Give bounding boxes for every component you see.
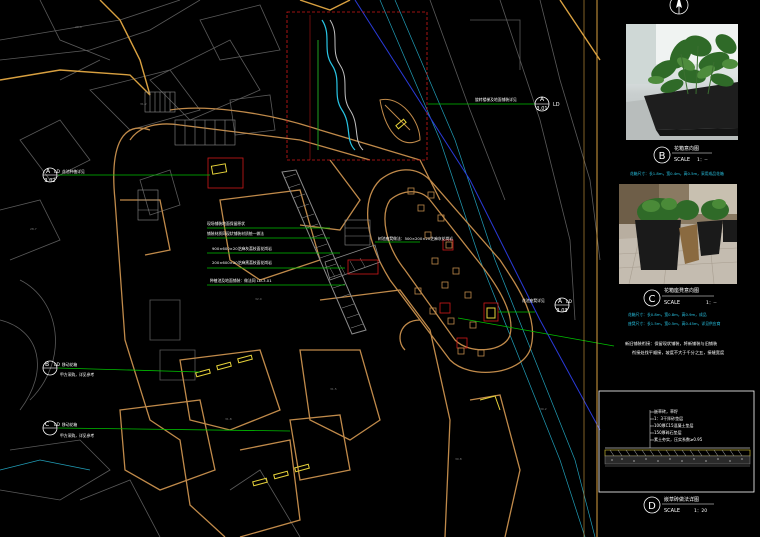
svg-text:28.7: 28.7 (30, 227, 37, 231)
panel-d-layer-3: 100厚C15混凝土垫层 (654, 422, 694, 428)
callout-a-top-code: LD (553, 102, 560, 108)
callout-c-left: C LD 移动花箱 甲方采购，详见参考 (42, 420, 94, 438)
paving-note-3: 900×600×20芝麻灰荔枝面花岗岩 (212, 246, 272, 251)
panel-d-layer-5: 素土夯实，压实系数≥0.95 (654, 436, 703, 442)
paving-note-2: 铺装材质同现状铺装材质统一做法 (207, 231, 264, 236)
callout-c-left-note2: 甲方采购，详见参考 (60, 433, 94, 438)
callout-c-left-code: LD (54, 422, 61, 428)
svg-text:32.0: 32.0 (255, 297, 262, 301)
callout-a-right-note: 花池座凳详见 (522, 298, 545, 303)
tree-pits (407, 187, 485, 357)
svg-text:30.2: 30.2 (540, 407, 547, 411)
panel-d-title: 嵌草砖做法详图 (664, 496, 699, 503)
panel-b-note: 花箱尺寸：长1.8m，宽0.4m，高0.5m，采用成品花箱 (630, 171, 724, 176)
callout-b-left-note1: 移动花箱 (62, 362, 77, 367)
callout-a-top-sheet: 3.01 (536, 106, 547, 112)
detail-boundaries (207, 11, 499, 349)
callout-a-left-note: 花池种植详见 (62, 169, 85, 174)
panel-d-scale-label: SCALE (664, 508, 680, 514)
long-note-1: 新旧铺装衔接：保留现状铺装，将新铺装与旧铺装 (625, 340, 718, 347)
panel-c-title: 花箱座凳意向图 (664, 287, 699, 294)
callout-b-left-code: LD (54, 362, 61, 368)
svg-text:31.8: 31.8 (225, 417, 232, 421)
panel-d-scale-value: 1：20 (694, 508, 707, 514)
panel-b-letter: B (659, 151, 666, 162)
corner-stair (379, 98, 421, 143)
callout-leaders (57, 103, 615, 432)
panel-b-scale-value: 1：-- (697, 157, 708, 163)
panel-b-title: 花箱意向图 (674, 145, 699, 152)
parking-stalls (137, 91, 371, 246)
callout-a-right-sheet: 3.03 (556, 308, 567, 314)
panel-c-letter: C (649, 294, 656, 305)
svg-text:30.8: 30.8 (455, 457, 462, 461)
north-arrow-icon (669, 0, 689, 15)
panel-b-scale-label: SCALE (674, 157, 690, 163)
bench-note-1: 树池座凳做法：500×200×20芝麻灰花岗岩 (378, 236, 453, 241)
svg-text:31.5: 31.5 (330, 387, 337, 391)
panel-d-letter: D (648, 501, 656, 512)
paving-note-4: 200×600×20芝麻黑荔枝面花岗岩 (212, 260, 272, 265)
panel-d-caption: D 嵌草砖做法详图 SCALE 1：20 (643, 496, 714, 514)
callout-a-left-letter: A (46, 168, 51, 175)
callout-a-left-code: LD (54, 169, 61, 175)
callout-b-left-note2: 甲方采购，详见参考 (60, 372, 94, 377)
callout-a-left: A 3.02 LD 花池种植详见 (42, 167, 85, 184)
callout-b-left-letter: B (45, 361, 49, 368)
planter-photo-c (619, 184, 737, 284)
callout-c-left-letter: C (45, 421, 49, 428)
panel-d-detail: 嵌草砖，草籽 1：3干拌砂垫层 100厚C15混凝土垫层 150厚碎石垫层 素土… (598, 390, 755, 493)
callout-a-left-sheet: 3.02 (44, 178, 55, 184)
panel-d-layer-notes: 嵌草砖，草籽 1：3干拌砂垫层 100厚C15混凝土垫层 150厚碎石垫层 素土… (654, 408, 703, 442)
callout-a-top-note: 旋转楼梯及地面铺装详见 (475, 97, 517, 102)
plan-labels: 29.4 31.2 28.7 32.0 31.5 30.8 30.2 31.8 (30, 25, 547, 461)
panel-c-note-1: 花箱尺寸：长0.8m，宽0.8m，高0.9m，成品 (628, 312, 707, 317)
long-note-2: 衔接处找平顺接，坡度不大于千分之五，接缝宽度 (632, 349, 725, 356)
panel-c-caption: C 花箱座凳意向图 SCALE 1：-- 花箱尺寸：长0.8m，宽0.8m，高0… (628, 287, 721, 326)
background-linework (0, 0, 601, 537)
svg-text:31.2: 31.2 (140, 102, 147, 106)
panel-d-layer-1: 嵌草砖，草籽 (654, 408, 678, 414)
planter-photo-b (626, 24, 738, 140)
panel-d-layer-4: 150厚碎石垫层 (654, 429, 682, 435)
panel-c-scale-label: SCALE (664, 300, 680, 306)
blue-boundary (354, 0, 601, 431)
callout-c-left-note1: 移动花箱 (62, 422, 77, 427)
panel-d-layer-2: 1：3干拌砂垫层 (654, 415, 683, 421)
paving-note-1: 现场铺装地面保留原状 (207, 221, 245, 226)
paving-note-5: 种植池及地面铺装：做法同 LD-3.01 (210, 278, 272, 283)
panel-b-caption: B 花箱意向图 SCALE 1：-- 花箱尺寸：长1.8m，宽0.4m，高0.5… (630, 145, 724, 176)
panel-c-scale-value: 1：-- (706, 300, 717, 306)
svg-text:29.4: 29.4 (75, 25, 82, 29)
site-boundary (0, 0, 601, 96)
callout-a-right-code: LD (566, 299, 573, 305)
hatched-path (281, 169, 381, 335)
callout-a-right-letter: A (558, 298, 563, 305)
panel-c-note-2: 座凳尺寸：长1.5m，宽0.5m，高0.45m，详见供应商 (628, 321, 721, 326)
spiral-stair (317, 19, 364, 151)
